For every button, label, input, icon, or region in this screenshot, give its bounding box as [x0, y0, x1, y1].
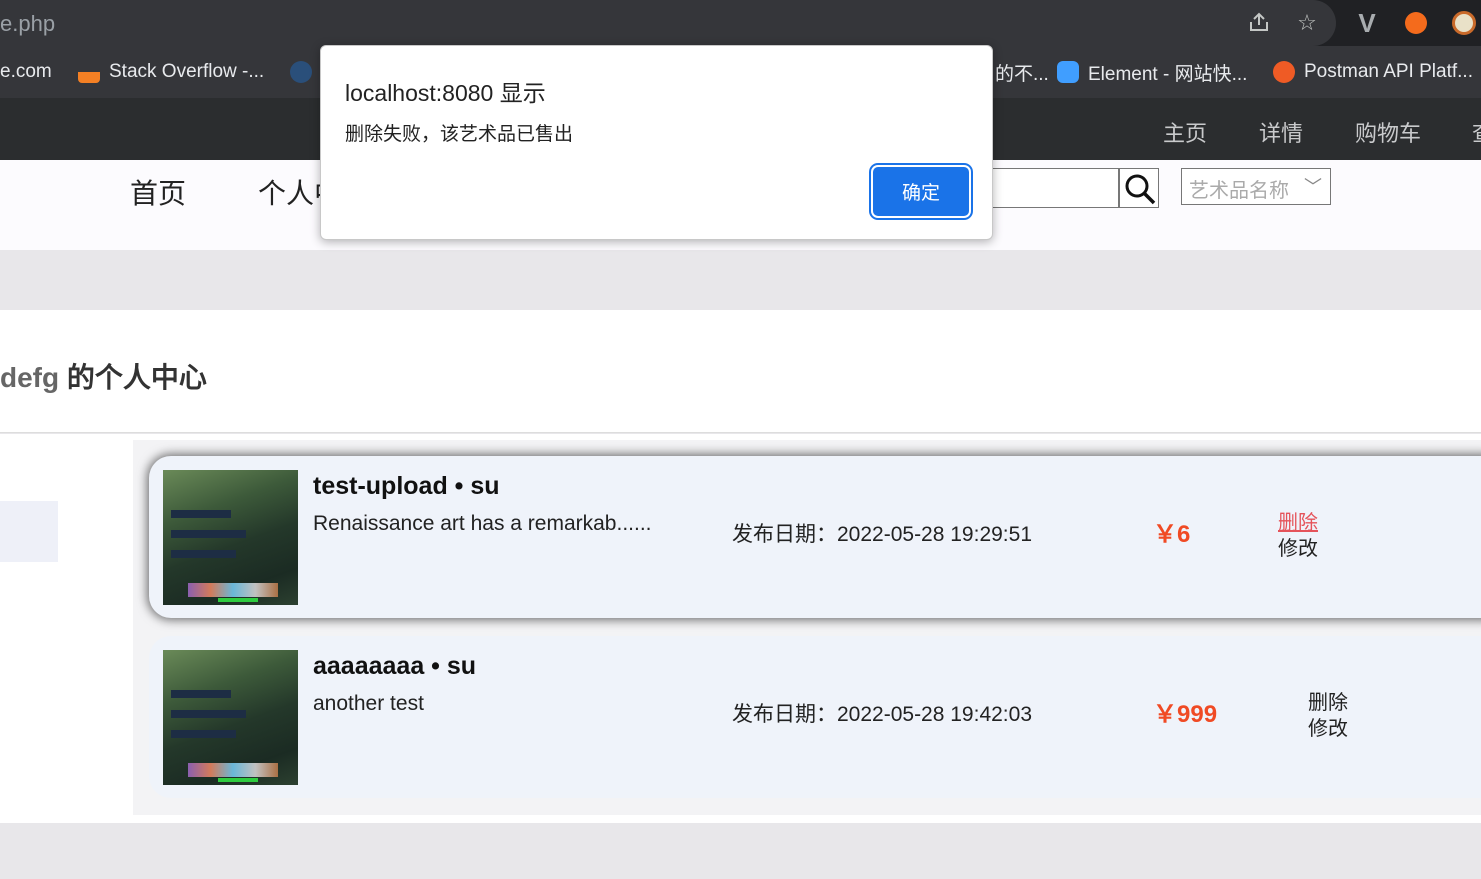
artwork-list: test-upload • su Renaissance art has a r… — [133, 440, 1481, 815]
bookmark-item[interactable]: Postman API Platf... — [1273, 60, 1473, 84]
dialog-ok-button[interactable]: 确定 — [873, 167, 969, 216]
star-icon[interactable]: ☆ — [1294, 10, 1320, 36]
address-text[interactable]: e.php — [0, 11, 55, 37]
artwork-date: 发布日期：2022-05-28 19:42:03 — [732, 703, 1032, 726]
browser-toolbar: e.php ☆ V — [0, 0, 1481, 46]
artwork-thumbnail[interactable] — [163, 470, 298, 605]
nav-cart-link[interactable]: 购物车 — [1355, 116, 1421, 148]
extension-owl-icon[interactable] — [1452, 11, 1476, 35]
content-panel: test-upload • su Renaissance art has a r… — [0, 434, 1481, 823]
circle-icon — [290, 61, 312, 83]
bookmark-item[interactable]: Element - 网站快... — [1057, 60, 1247, 85]
delete-button[interactable]: 删除 — [1308, 686, 1348, 715]
artwork-title[interactable]: aaaaaaaa • su — [313, 652, 476, 681]
category-select[interactable]: 艺术品名称 ﹀ — [1181, 168, 1331, 205]
artwork-card[interactable]: aaaaaaaa • su another test 发布日期：2022-05-… — [149, 636, 1481, 798]
search-button[interactable] — [1119, 168, 1159, 208]
edit-button[interactable]: 修改 — [1278, 532, 1318, 561]
nav-query-link[interactable]: 查 — [1472, 116, 1481, 148]
extension-orange-icon[interactable] — [1405, 12, 1427, 34]
sub-nav-home[interactable]: 首页 — [130, 172, 186, 212]
vue-devtools-icon[interactable]: V — [1354, 10, 1380, 36]
artwork-thumbnail[interactable] — [163, 650, 298, 785]
bookmark-item[interactable]: e.com — [0, 60, 52, 84]
stackoverflow-icon — [78, 61, 100, 83]
element-icon — [1057, 61, 1079, 83]
bookmark-item[interactable]: 的不... — [995, 60, 1049, 85]
artwork-desc: Renaissance art has a remarkab...... — [313, 512, 652, 535]
search-icon — [1125, 174, 1156, 205]
title-suffix: 的个人中心 — [59, 362, 207, 393]
bookmark-item[interactable] — [290, 60, 321, 84]
delete-button[interactable]: 删除 — [1278, 506, 1318, 535]
chevron-down-icon: ﹀ — [1304, 177, 1322, 197]
address-bar[interactable]: e.php ☆ — [0, 0, 1336, 46]
artwork-price: ￥6 — [1153, 521, 1191, 548]
artwork-date: 发布日期：2022-05-28 19:29:51 — [732, 523, 1032, 546]
username: defg — [0, 362, 60, 393]
search-input[interactable] — [975, 168, 1119, 208]
artwork-price: ￥999 — [1153, 701, 1218, 728]
nav-detail-link[interactable]: 详情 — [1259, 116, 1303, 148]
artwork-desc: another test — [313, 692, 424, 715]
dialog-title: localhost:8080 显示 — [345, 80, 546, 106]
artwork-title[interactable]: test-upload • su — [313, 472, 500, 501]
edit-button[interactable]: 修改 — [1308, 712, 1348, 741]
postman-icon — [1273, 61, 1295, 83]
artwork-card[interactable]: test-upload • su Renaissance art has a r… — [149, 456, 1481, 618]
sidebar-item-active[interactable] — [0, 501, 58, 562]
nav-home-link[interactable]: 主页 — [1163, 116, 1207, 148]
page-title: defg 的个人中心 — [0, 356, 207, 396]
dialog-message: 删除失败，该艺术品已售出 — [345, 124, 574, 145]
alert-dialog: localhost:8080 显示 删除失败，该艺术品已售出 确定 — [320, 45, 993, 240]
share-icon[interactable] — [1246, 10, 1272, 36]
profile-header: defg 的个人中心 — [0, 310, 1481, 433]
page-footer-area — [0, 823, 1481, 879]
bookmark-item[interactable]: Stack Overflow -... — [78, 60, 264, 84]
